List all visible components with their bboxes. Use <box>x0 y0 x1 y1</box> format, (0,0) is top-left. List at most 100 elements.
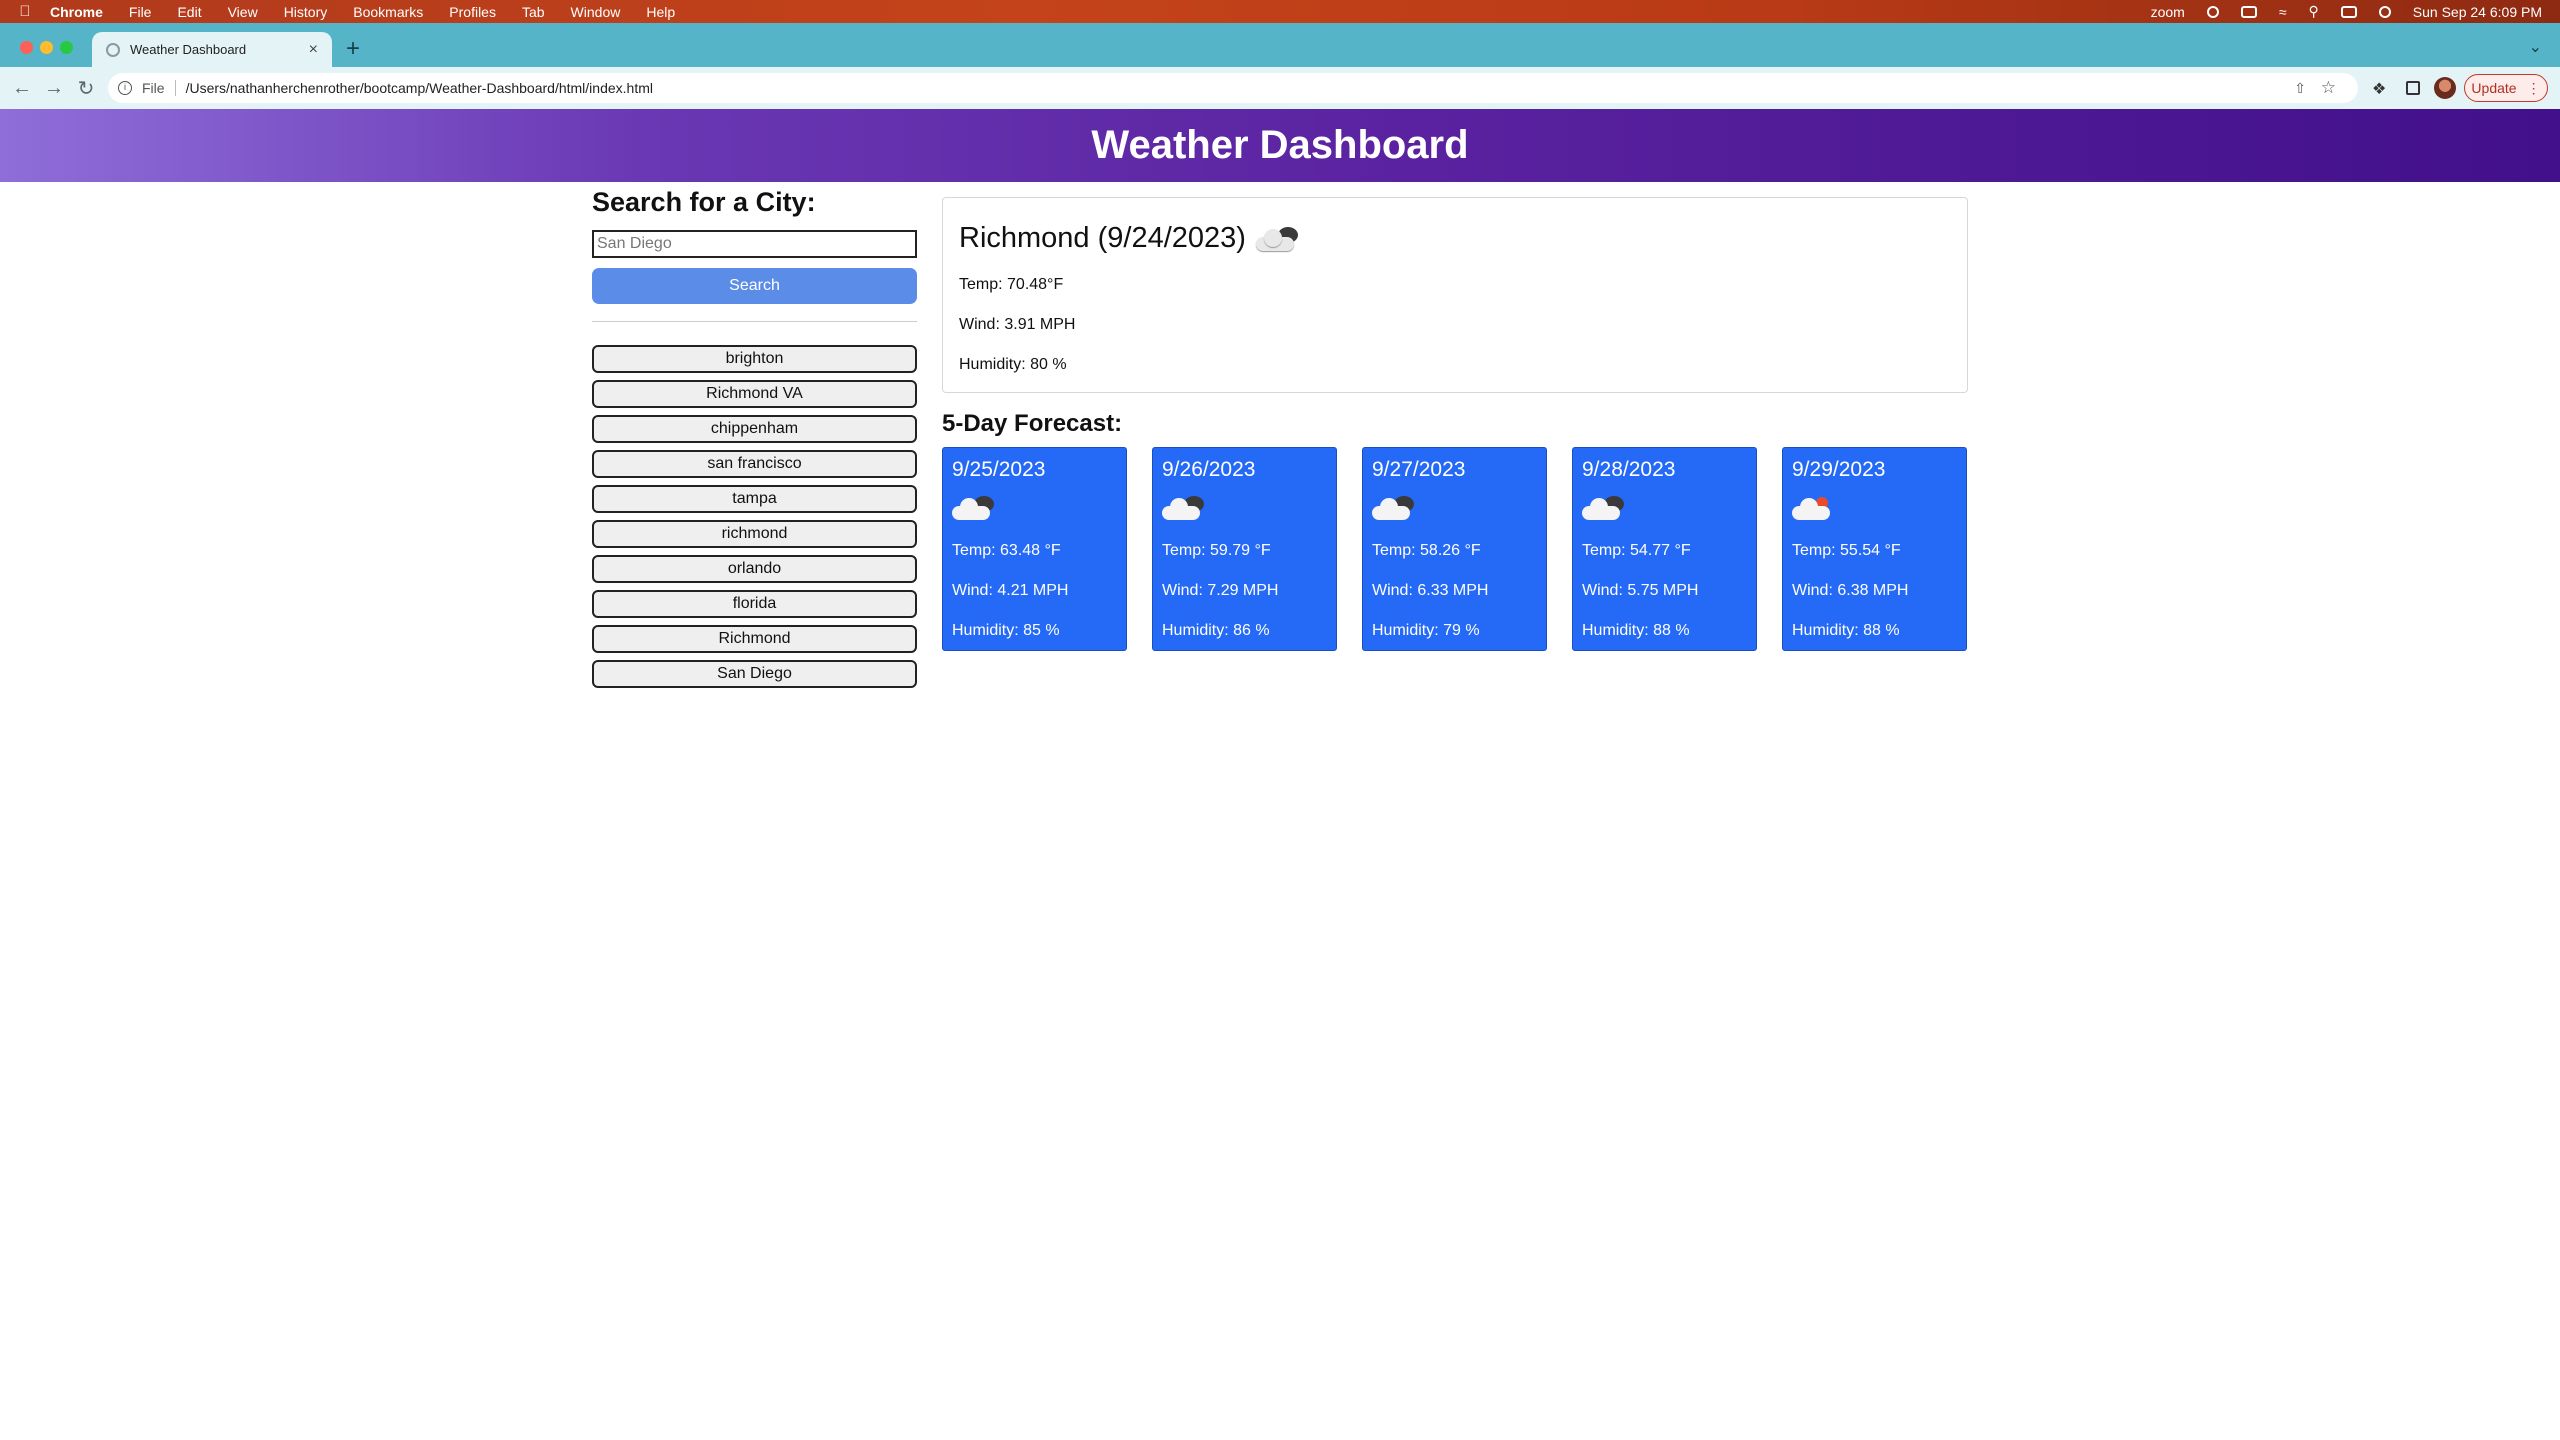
forecast-date: 9/28/2023 <box>1582 458 1676 481</box>
current-temp: Temp: 70.48°F <box>959 276 1064 293</box>
forecast-date: 9/27/2023 <box>1372 458 1466 481</box>
browser-tabstrip: Weather Dashboard × + ⌄ <box>0 23 2560 67</box>
forecast-temp: Temp: 55.54 °F <box>1792 542 1901 559</box>
history-button-chippenham[interactable]: chippenham <box>592 415 917 443</box>
cloudy-icon <box>1162 496 1206 520</box>
forecast-wind: Wind: 5.75 MPH <box>1582 582 1699 599</box>
share-icon[interactable]: ⇧ <box>2294 80 2306 97</box>
tab-title: Weather Dashboard <box>130 42 247 57</box>
cloudy-icon <box>952 496 996 520</box>
globe-icon <box>106 42 120 57</box>
forward-arrow-icon[interactable]: → <box>38 77 70 100</box>
current-weather-heading: Richmond (9/24/2023) <box>959 222 1300 255</box>
history-button-brighton[interactable]: brighton <box>592 345 917 373</box>
cloudy-icon <box>1372 496 1416 520</box>
history-button-san-diego[interactable]: San Diego <box>592 660 917 688</box>
search-button[interactable]: Search <box>592 268 917 304</box>
new-tab-button[interactable]: + <box>346 35 360 63</box>
partly-sunny-icon <box>1792 496 1836 520</box>
history-button-orlando[interactable]: orlando <box>592 555 917 583</box>
apple-menu-icon[interactable]:  <box>0 3 50 20</box>
battery-icon[interactable] <box>2240 5 2257 18</box>
forecast-wind: Wind: 4.21 MPH <box>952 582 1069 599</box>
forecast-date: 9/25/2023 <box>952 458 1046 481</box>
cloudy-night-icon <box>1255 226 1300 251</box>
forecast-date: 9/26/2023 <box>1162 458 1256 481</box>
menu-file[interactable]: File <box>129 4 152 20</box>
menu-view[interactable]: View <box>228 4 258 20</box>
menubar-clock[interactable]: Sun Sep 24 6:09 PM <box>2413 4 2542 20</box>
address-divider <box>174 80 176 96</box>
kebab-menu-icon: ⋮ <box>2526 79 2541 96</box>
forecast-wind: Wind: 7.29 MPH <box>1162 582 1279 599</box>
macos-menubar:  Chrome File Edit View History Bookmark… <box>0 0 2560 23</box>
menu-tab[interactable]: Tab <box>522 4 545 20</box>
bookmark-star-icon[interactable]: ☆ <box>2321 78 2336 98</box>
profile-avatar[interactable] <box>2434 77 2456 99</box>
menu-help[interactable]: Help <box>646 4 675 20</box>
spotlight-search-icon[interactable]: ⚲ <box>2309 3 2319 20</box>
app-header: Weather Dashboard <box>0 109 2560 182</box>
forecast-card: 9/26/2023 Temp: 59.79 °F Wind: 7.29 MPH … <box>1152 447 1337 651</box>
search-divider <box>592 321 917 322</box>
menu-history[interactable]: History <box>284 4 328 20</box>
current-wind: Wind: 3.91 MPH <box>959 316 1076 333</box>
history-button-richmond-lower[interactable]: richmond <box>592 520 917 548</box>
reload-icon[interactable]: ↻ <box>70 76 102 101</box>
menu-window[interactable]: Window <box>571 4 621 20</box>
address-bar[interactable]: i File /Users/nathanherchenrother/bootca… <box>108 73 2358 103</box>
window-zoom-button[interactable] <box>60 41 73 54</box>
update-button[interactable]: Update ⋮ <box>2464 74 2548 102</box>
window-minimize-button[interactable] <box>40 41 53 54</box>
wifi-icon[interactable]: ≈ <box>2279 4 2287 20</box>
browser-toolbar: ← → ↻ i File /Users/nathanherchenrother/… <box>0 67 2560 109</box>
forecast-wind: Wind: 6.38 MPH <box>1792 582 1909 599</box>
forecast-humidity: Humidity: 88 % <box>1582 622 1690 639</box>
history-button-florida[interactable]: florida <box>592 590 917 618</box>
forecast-card: 9/28/2023 Temp: 54.77 °F Wind: 5.75 MPH … <box>1572 447 1757 651</box>
record-icon[interactable] <box>2206 5 2219 18</box>
back-arrow-icon[interactable]: ← <box>6 77 38 100</box>
menu-profiles[interactable]: Profiles <box>449 4 496 20</box>
forecast-temp: Temp: 63.48 °F <box>952 542 1061 559</box>
forecast-temp: Temp: 58.26 °F <box>1372 542 1481 559</box>
search-history-list: brighton Richmond VA chippenham san fran… <box>592 345 917 695</box>
forecast-temp: Temp: 59.79 °F <box>1162 542 1271 559</box>
window-close-button[interactable] <box>20 41 33 54</box>
current-humidity: Humidity: 80 % <box>959 356 1067 373</box>
history-button-tampa[interactable]: tampa <box>592 485 917 513</box>
history-button-richmond[interactable]: Richmond <box>592 625 917 653</box>
current-weather-card: Richmond (9/24/2023) Temp: 70.48°F Wind:… <box>942 197 1968 393</box>
forecast-card: 9/25/2023 Temp: 63.48 °F Wind: 4.21 MPH … <box>942 447 1127 651</box>
tab-weather-dashboard[interactable]: Weather Dashboard × <box>92 32 332 67</box>
zoom-status[interactable]: zoom <box>2151 4 2185 20</box>
control-center-icon[interactable] <box>2340 5 2357 18</box>
search-heading: Search for a City: <box>592 187 816 217</box>
page-title: Weather Dashboard <box>1091 123 1469 167</box>
city-search-input[interactable] <box>592 230 917 258</box>
address-scheme: File <box>142 80 165 96</box>
forecast-date: 9/29/2023 <box>1792 458 1886 481</box>
forecast-humidity: Humidity: 88 % <box>1792 622 1900 639</box>
forecast-row: 9/25/2023 Temp: 63.48 °F Wind: 4.21 MPH … <box>942 447 1968 651</box>
history-button-richmond-va[interactable]: Richmond VA <box>592 380 917 408</box>
forecast-card: 9/29/2023 Temp: 55.54 °F Wind: 6.38 MPH … <box>1782 447 1967 651</box>
forecast-humidity: Humidity: 79 % <box>1372 622 1480 639</box>
chevron-down-icon[interactable]: ⌄ <box>2529 37 2542 57</box>
menu-bookmarks[interactable]: Bookmarks <box>353 4 423 20</box>
forecast-temp: Temp: 54.77 °F <box>1582 542 1691 559</box>
history-button-san-francisco[interactable]: san francisco <box>592 450 917 478</box>
siri-icon[interactable] <box>2378 5 2391 18</box>
update-label: Update <box>2471 80 2517 96</box>
menu-edit[interactable]: Edit <box>177 4 201 20</box>
address-url[interactable]: /Users/nathanherchenrother/bootcamp/Weat… <box>186 80 653 96</box>
tab-close-icon[interactable]: × <box>309 41 318 59</box>
extensions-puzzle-icon[interactable]: ❖ <box>2372 79 2386 99</box>
forecast-heading: 5-Day Forecast: <box>942 410 1123 437</box>
forecast-humidity: Humidity: 85 % <box>952 622 1060 639</box>
menubar-tray: zoom ≈ ⚲ Sun Sep 24 6:09 PM <box>2151 0 2542 23</box>
side-panel-icon[interactable] <box>2406 81 2420 95</box>
menu-app-chrome[interactable]: Chrome <box>50 4 103 20</box>
forecast-wind: Wind: 6.33 MPH <box>1372 582 1489 599</box>
info-icon[interactable]: i <box>118 81 132 95</box>
